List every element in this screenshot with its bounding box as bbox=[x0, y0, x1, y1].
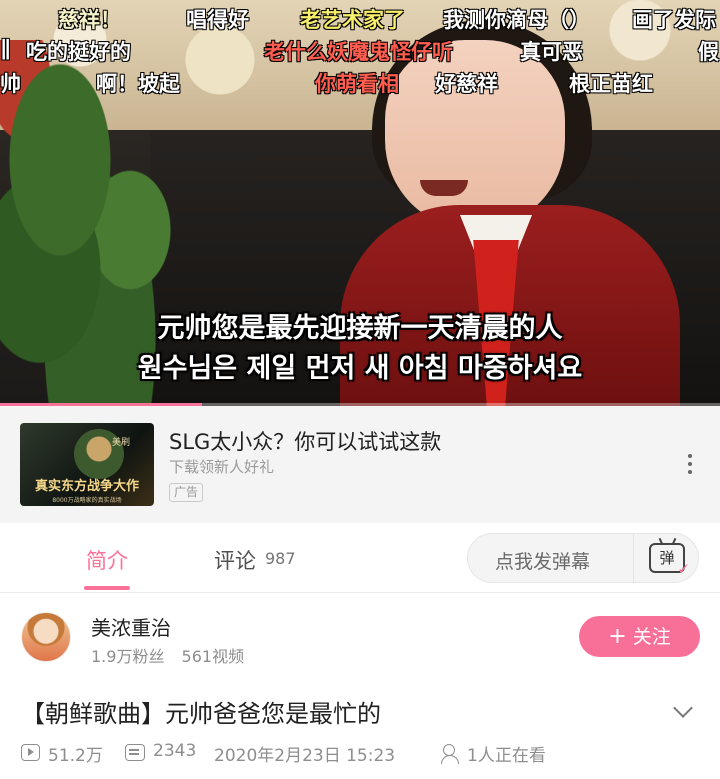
danmaku-input[interactable]: 点我发弹幕 弹 ✓ bbox=[467, 533, 699, 583]
tab-bar: 简介 评论 987 点我发弹幕 弹 ✓ bbox=[0, 523, 720, 593]
ad-thumbnail[interactable]: 美刷 真实东方战争大作 8000万战略家的真实战场 bbox=[20, 423, 154, 506]
viewers-icon bbox=[441, 742, 463, 764]
publish-date: 2020年2月23日 15:23 bbox=[214, 746, 396, 766]
ad-subtitle: 下载领新人好礼 bbox=[169, 458, 275, 476]
tab-active-indicator bbox=[84, 586, 130, 590]
ad-thumbnail-subcaption: 8000万战略家的真实战场 bbox=[52, 497, 122, 504]
danmaku-comment: 根正苗红 bbox=[569, 72, 653, 96]
tab-intro[interactable]: 简介 bbox=[86, 545, 128, 575]
uploader-stats: 1.9万粉丝 561视频 bbox=[91, 643, 256, 667]
ad-thumbnail-tag: 美刷 bbox=[111, 438, 130, 448]
check-icon: ✓ bbox=[677, 560, 690, 578]
tab-comments-count: 987 bbox=[265, 549, 296, 568]
danmaku-toggle-icon[interactable]: 弹 ✓ bbox=[649, 537, 690, 577]
uploader-name[interactable]: 美浓重治 bbox=[91, 612, 171, 641]
danmaku-comment: 老艺术家了 bbox=[300, 8, 405, 32]
video-player[interactable]: 慈祥！ 唱得好 老艺术家了 我测你滴母（） 画了发际 ∥ 吃的挺好的 老什么妖魔… bbox=[0, 0, 720, 406]
danmaku-input-placeholder: 点我发弹幕 bbox=[495, 551, 591, 573]
danmaku-comment: 老什么妖魔鬼怪仔听 bbox=[264, 40, 453, 64]
danmaku-comment: 啊！坡起 bbox=[96, 72, 180, 96]
danmaku-comment: 我测你滴母（） bbox=[443, 8, 590, 32]
divider bbox=[633, 534, 634, 582]
danmaku-comment: 吃的挺好的 bbox=[26, 40, 131, 64]
subtitle-korean: 원수님은 제일 먼저 새 아침 마중하셔요 bbox=[137, 353, 583, 384]
uploader-video-count: 561视频 bbox=[181, 647, 245, 666]
chevron-down-icon[interactable] bbox=[673, 698, 693, 718]
danmaku-count-icon bbox=[125, 744, 145, 761]
more-options-icon[interactable] bbox=[680, 450, 700, 478]
ad-title[interactable]: SLG太小众？你可以试试这款 bbox=[169, 426, 441, 456]
ad-badge: 广告 bbox=[169, 483, 204, 502]
danmaku-comment: 唱得好 bbox=[186, 8, 249, 32]
play-count-icon bbox=[21, 744, 40, 761]
watching-count: 1人正在看 bbox=[467, 746, 546, 766]
danmaku-comment: 你萌看相 bbox=[315, 72, 399, 96]
danmaku-comment: 帅 bbox=[0, 72, 21, 96]
plus-icon: + bbox=[608, 624, 627, 649]
danmaku-comment: 真可恶 bbox=[520, 40, 583, 64]
avatar[interactable] bbox=[21, 612, 71, 662]
danmaku-comment: 好慈祥 bbox=[435, 72, 498, 96]
danmaku-comment: ∥ bbox=[0, 36, 11, 60]
danmaku-comment: 慈祥！ bbox=[58, 8, 121, 32]
tab-comments[interactable]: 评论 bbox=[214, 545, 256, 575]
subtitle-chinese: 元帅您是最先迎接新一天清晨的人 bbox=[157, 313, 563, 344]
video-title: 【朝鲜歌曲】元帅爸爸您是最忙的 bbox=[21, 700, 381, 728]
ad-thumbnail-caption: 真实东方战争大作 bbox=[34, 479, 139, 494]
follow-button-label: 关注 bbox=[632, 626, 671, 648]
danmaku-toggle-icon-label: 弹 bbox=[659, 549, 675, 567]
uploader-followers: 1.9万粉丝 bbox=[91, 647, 165, 666]
ad-banner[interactable]: 美刷 真实东方战争大作 8000万战略家的真实战场 SLG太小众？你可以试试这款… bbox=[0, 406, 720, 523]
follow-button[interactable]: + 关注 bbox=[579, 616, 700, 657]
view-count: 51.2万 bbox=[48, 746, 103, 766]
danmaku-count: 2343 bbox=[153, 741, 197, 761]
danmaku-comment: 假 bbox=[698, 40, 719, 64]
danmaku-comment: 画了发际 bbox=[632, 8, 716, 32]
